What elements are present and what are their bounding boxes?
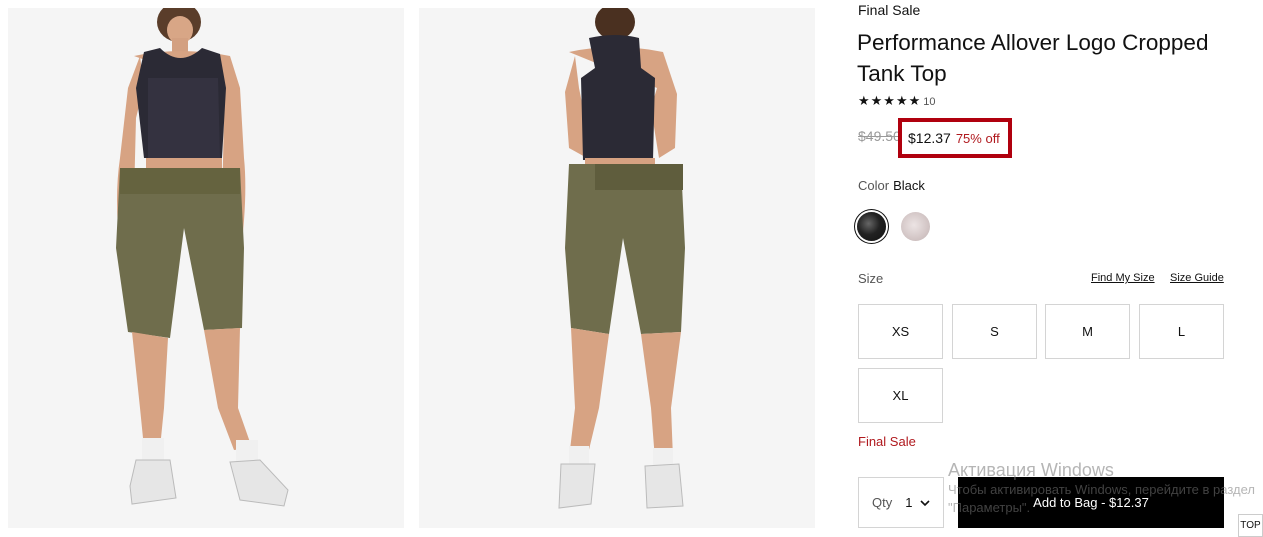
discount-label: 75% off [955,130,1000,146]
product-rating[interactable]: ★★★★★ 10 [858,93,936,109]
rating-stars-icon: ★★★★★ [858,93,922,108]
size-label: Size [858,271,884,286]
qty-label: Qty [872,495,893,510]
sale-price: $12.37 [908,130,951,146]
color-label: Color [858,178,890,193]
final-sale-notice: Final Sale [858,434,916,449]
product-image-back[interactable] [419,8,815,528]
chevron-down-icon [920,499,931,506]
product-image-front[interactable] [8,8,404,528]
size-option-s[interactable]: S [952,304,1037,359]
qty-value: 1 [905,495,913,510]
find-my-size-link[interactable]: Find My Size [1091,272,1155,284]
size-guide-link[interactable]: Size Guide [1170,272,1224,284]
black-swatch[interactable] [857,212,886,241]
size-option-xl[interactable]: XL [858,368,943,423]
quantity-select[interactable]: Qty 1 [858,477,944,528]
model-front-illustration [8,8,404,528]
add-to-bag-button[interactable]: Add to Bag - $12.37 [958,477,1224,528]
price-highlight-box: $12.37 75% off [898,118,1012,158]
product-title: Performance Allover Logo Cropped Tank To… [857,30,1209,86]
review-count: 10 [923,96,936,108]
original-price: $49.50 [858,128,901,144]
blush-swatch[interactable] [901,212,930,241]
size-option-l[interactable]: L [1139,304,1224,359]
final-sale-tag: Final Sale [858,2,921,18]
selected-color: Black [893,178,925,193]
size-option-m[interactable]: M [1045,304,1130,359]
color-selector-label: Color Black [858,178,925,193]
size-option-xs[interactable]: XS [858,304,943,359]
model-back-illustration [419,8,815,528]
back-to-top-button[interactable]: TOP [1238,514,1263,537]
